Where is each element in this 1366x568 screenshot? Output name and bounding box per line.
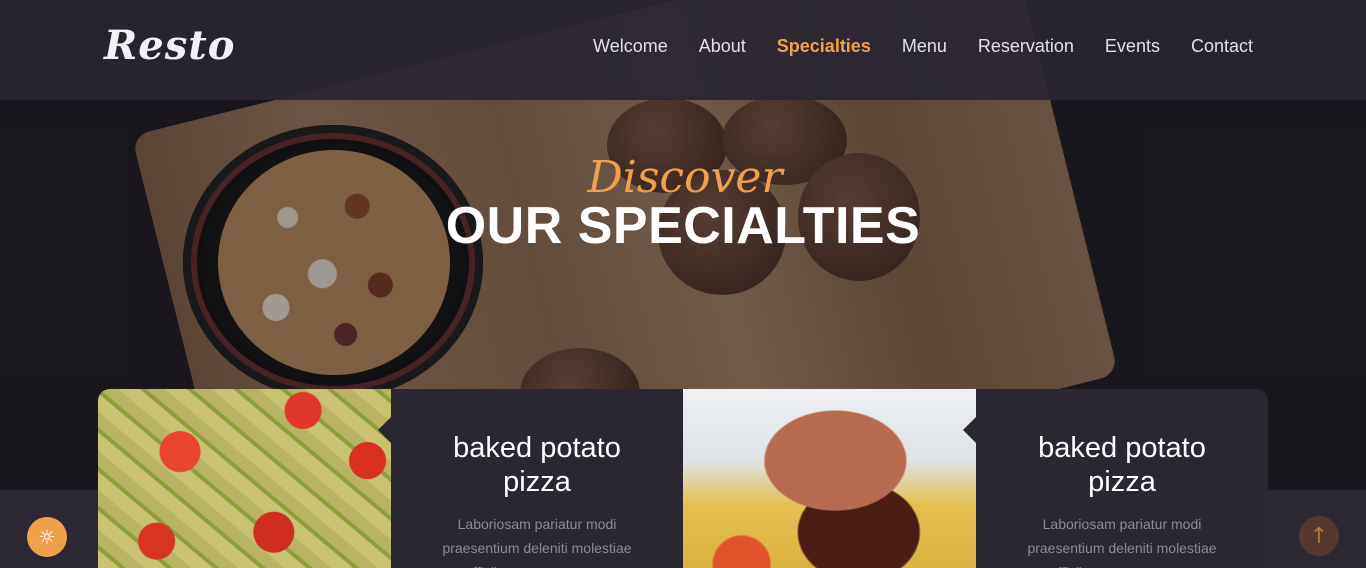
specialty-card[interactable]: baked potato pizza Laboriosam pariatur m… xyxy=(98,389,683,568)
card-body: baked potato pizza Laboriosam pariatur m… xyxy=(378,389,683,568)
nav-item-specialties[interactable]: Specialties xyxy=(777,36,871,57)
arrow-up-icon: ↑ xyxy=(1309,523,1329,549)
specialties-cards: baked potato pizza Laboriosam pariatur m… xyxy=(98,389,1268,568)
nav-item-welcome[interactable]: Welcome xyxy=(593,36,668,57)
brand-logo[interactable]: Resto xyxy=(104,22,235,69)
back-to-top-button[interactable]: ↑ xyxy=(1299,516,1339,556)
nav-item-menu[interactable]: Menu xyxy=(902,36,947,57)
card-title: baked potato pizza xyxy=(1038,432,1206,498)
theme-toggle-button[interactable]: ☼ xyxy=(27,517,67,557)
top-navigation: Resto Welcome About Specialties Menu Res… xyxy=(0,0,1366,100)
hero-headline: OUR SPECIALTIES xyxy=(445,197,921,255)
sun-icon: ☼ xyxy=(38,525,56,549)
card-description: Laboriosam pariatur modi praesentium del… xyxy=(1027,516,1217,568)
nav-menu: Welcome About Specialties Menu Reservati… xyxy=(593,36,1253,57)
nav-item-contact[interactable]: Contact xyxy=(1191,36,1253,57)
card-body: baked potato pizza Laboriosam pariatur m… xyxy=(963,389,1268,568)
nav-item-about[interactable]: About xyxy=(699,36,746,57)
pasta-salad-image xyxy=(98,389,391,568)
specialty-card[interactable]: baked potato pizza Laboriosam pariatur m… xyxy=(683,389,1268,568)
rice-and-meat-image xyxy=(683,389,976,568)
nav-item-events[interactable]: Events xyxy=(1105,36,1160,57)
card-title: baked potato pizza xyxy=(453,432,621,498)
card-description: Laboriosam pariatur modi praesentium del… xyxy=(442,516,632,568)
nav-item-reservation[interactable]: Reservation xyxy=(978,36,1074,57)
